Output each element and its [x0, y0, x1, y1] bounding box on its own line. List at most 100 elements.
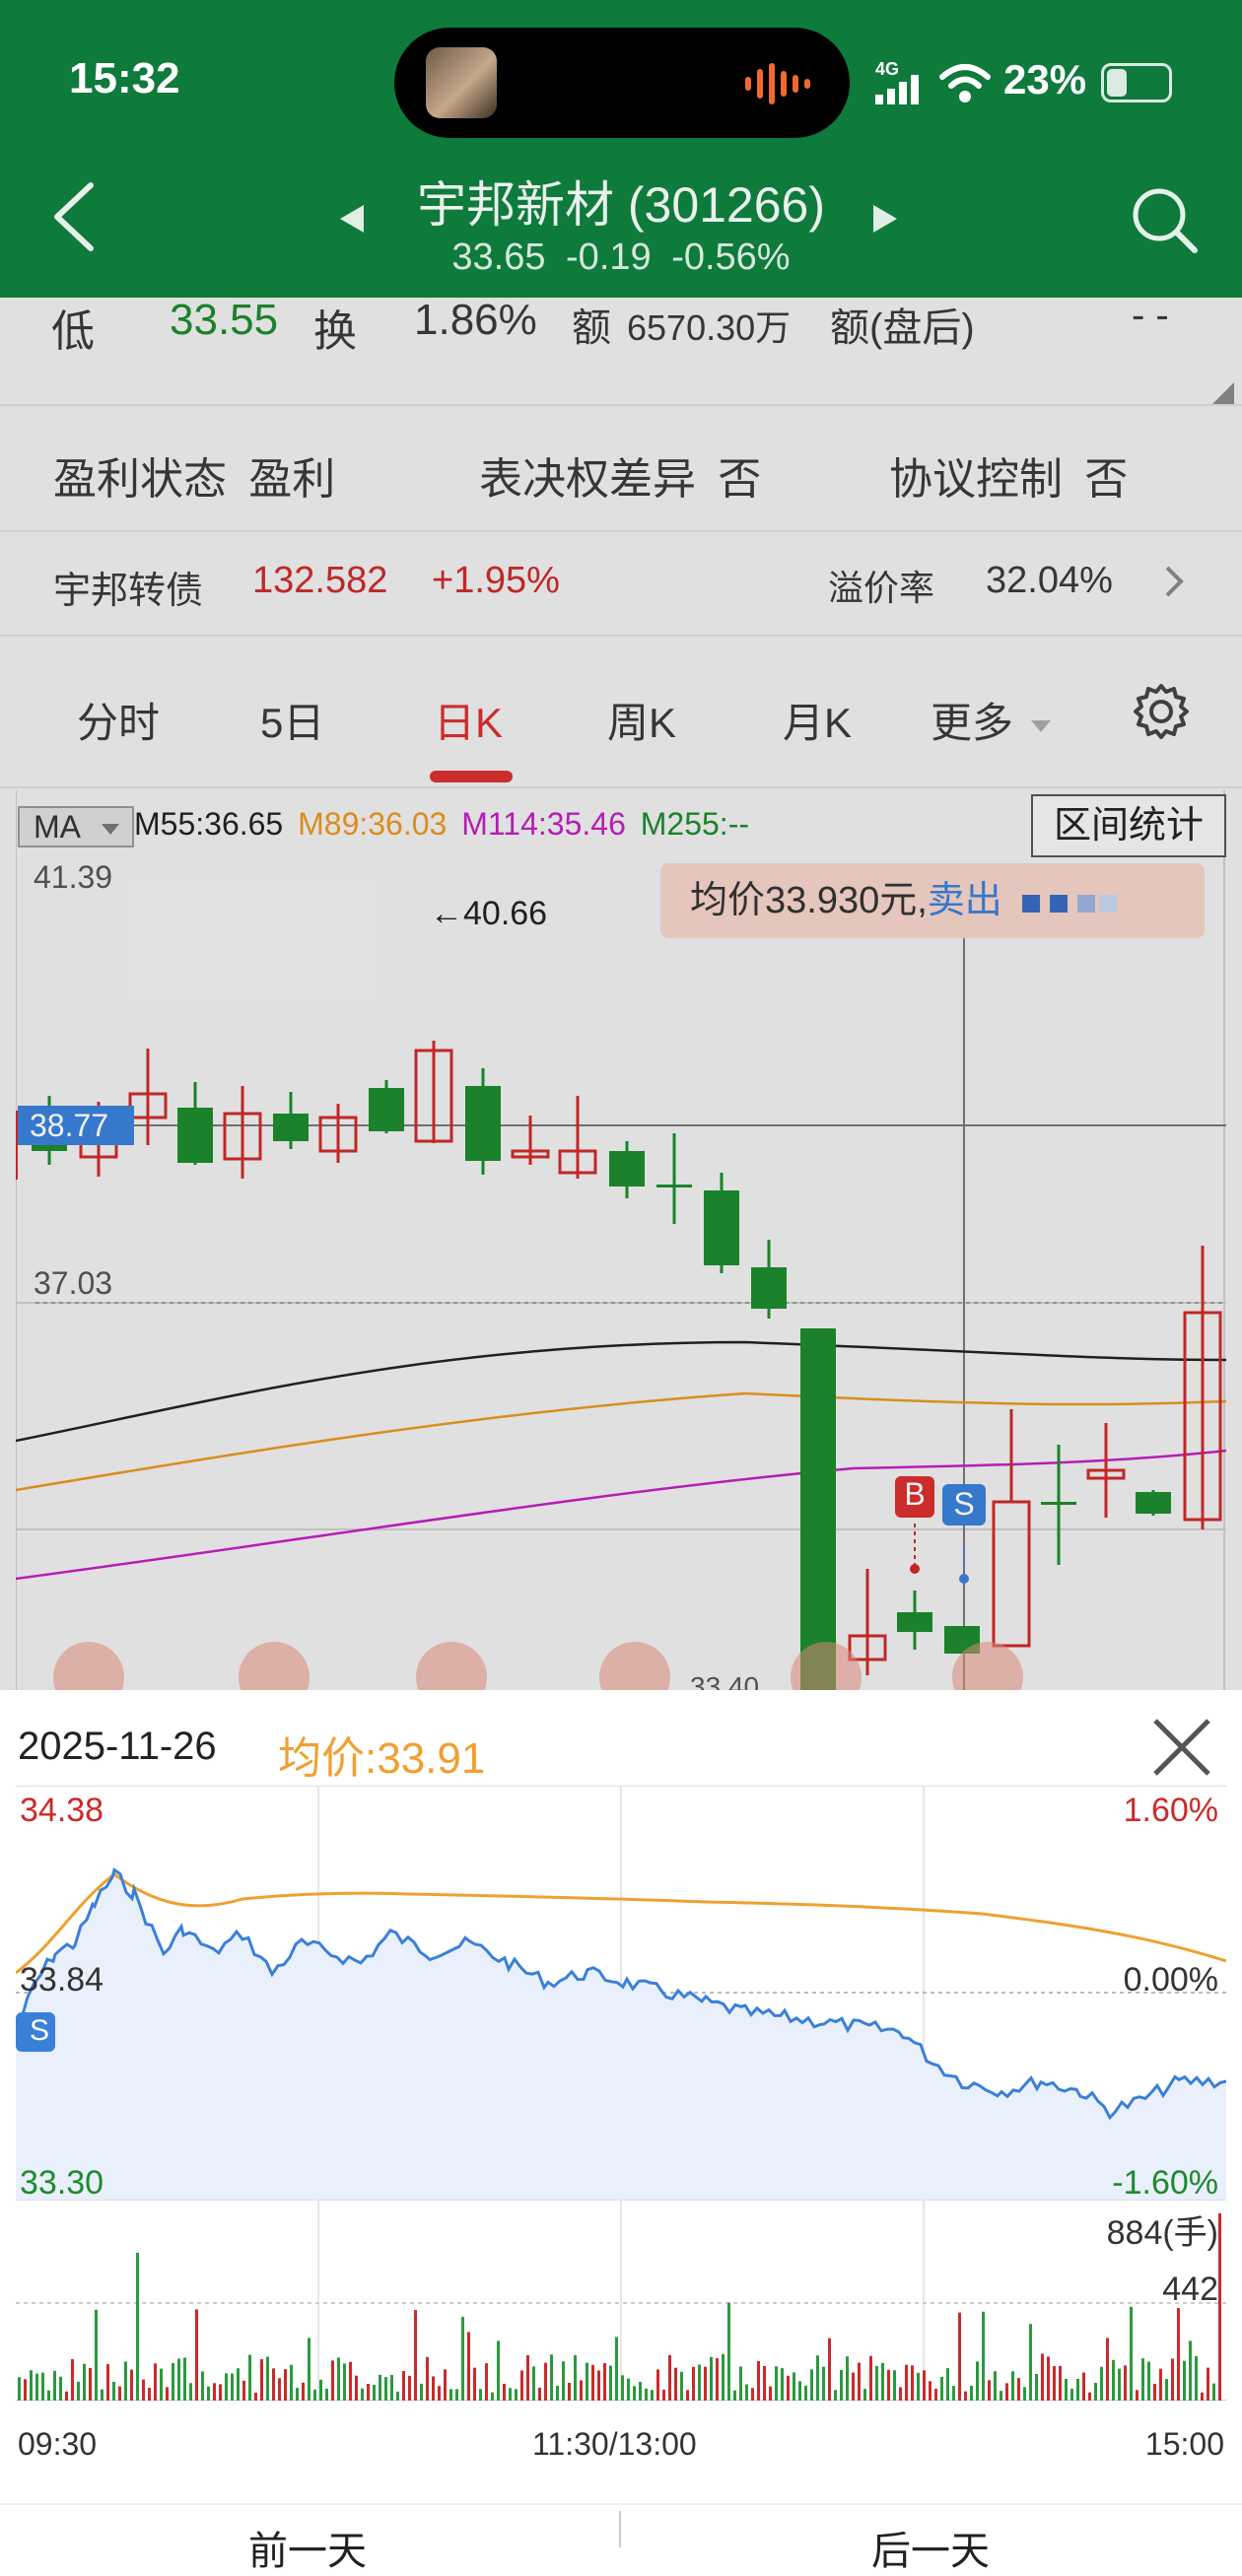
tab-intraday[interactable]: 分时	[77, 690, 160, 750]
after-hours-label: 额(盘后)	[830, 306, 975, 350]
ma55-legend: M55:36.65	[134, 806, 284, 842]
volume-bar	[733, 2390, 736, 2401]
bond-change: +1.95%	[432, 560, 560, 601]
volume-bar	[313, 2389, 316, 2401]
tab-weekly-k[interactable]: 周K	[607, 690, 676, 750]
volume-bar	[485, 2363, 488, 2401]
volume-bar	[47, 2390, 50, 2401]
turnover-label: 换	[313, 307, 357, 356]
volume-bar	[544, 2362, 547, 2401]
volume-bar	[491, 2392, 494, 2401]
tooltip-action-text: 卖出	[927, 880, 1002, 921]
volume-bar	[189, 2383, 192, 2401]
tab-more-label: 更多	[931, 700, 1014, 746]
volume-bar	[710, 2356, 713, 2401]
volume-bar	[1207, 2367, 1209, 2401]
volume-bar	[568, 2383, 571, 2401]
volume-bar	[1153, 2383, 1156, 2401]
volume-bar	[53, 2370, 56, 2401]
search-icon[interactable]	[1128, 183, 1201, 256]
intraday-price-low: 33.30	[20, 2164, 104, 2202]
ma55-line	[16, 1340, 1226, 1443]
volume-bar	[266, 2356, 269, 2401]
volume-bar	[384, 2377, 387, 2401]
volume-bar	[183, 2357, 186, 2401]
volume-bar	[349, 2361, 352, 2401]
volume-bar	[379, 2374, 381, 2401]
volume-bar	[515, 2389, 518, 2401]
bond-price: 132.582	[252, 560, 388, 601]
prev-day-button[interactable]: 前一天	[248, 2519, 367, 2576]
range-stats-button[interactable]: 区间统计	[1031, 794, 1226, 857]
volume-bar	[1000, 2391, 1002, 2401]
volume-bar	[988, 2380, 991, 2401]
voting-diff: 表决权差异 否	[479, 443, 761, 507]
volume-max-label: 884(手)	[1106, 2214, 1218, 2252]
volume-bar	[302, 2382, 305, 2401]
volume-bar	[195, 2309, 198, 2401]
expand-corner-icon[interactable]	[1210, 382, 1234, 406]
volume-bar	[402, 2371, 405, 2401]
next-stock-arrow-icon[interactable]	[873, 205, 897, 233]
volume-bar	[420, 2383, 423, 2401]
volume-bar	[562, 2361, 565, 2401]
volume-bar	[432, 2376, 435, 2401]
volume-bar	[124, 2361, 127, 2401]
volume-bar	[95, 2309, 98, 2401]
ma114-line	[16, 1449, 1226, 1581]
volume-bar	[1165, 2379, 1168, 2401]
volume-bar	[994, 2371, 997, 2401]
volume-bar	[1076, 2378, 1079, 2401]
ma114-legend: M114:35.46	[461, 806, 626, 842]
volume-bar	[1047, 2356, 1050, 2401]
tooltip-avg-text: 均价33.930元,	[690, 880, 928, 921]
time-end-label: 15:00	[1144, 2426, 1224, 2462]
volume-bar	[373, 2384, 376, 2401]
ma-indicator-button[interactable]: MA	[18, 806, 134, 847]
divider	[0, 2503, 1242, 2505]
volume-bar	[1023, 2387, 1026, 2401]
volume-bar	[503, 2383, 506, 2401]
volume-bar	[148, 2388, 151, 2401]
sell-marker-label: S	[953, 1486, 975, 1522]
chevron-right-icon	[1165, 566, 1184, 597]
volume-bar	[1136, 2390, 1138, 2401]
volume-bar	[1112, 2359, 1115, 2401]
profit-status-value: 盈利	[248, 455, 336, 504]
tab-monthly-k[interactable]: 月K	[783, 690, 852, 750]
volume-bar	[574, 2355, 577, 2401]
volume-bar	[716, 2358, 719, 2401]
settings-gear-icon[interactable]	[1132, 682, 1191, 741]
volume-bar	[473, 2367, 476, 2401]
volume-bar	[1041, 2353, 1044, 2401]
volume-bar	[686, 2390, 689, 2401]
tab-more[interactable]: 更多	[931, 690, 1051, 750]
tab-5day[interactable]: 5日	[260, 690, 324, 750]
stock-quote-summary: 33.65 -0.19 -0.56%	[451, 237, 791, 278]
ma89-line	[16, 1391, 1226, 1492]
volume-bar	[1218, 2213, 1221, 2401]
intraday-avg-price: 均价:33.91	[278, 1734, 486, 1783]
volume-bar	[580, 2380, 583, 2401]
volume-bar	[597, 2370, 600, 2401]
next-day-button[interactable]: 后一天	[871, 2519, 990, 2576]
y-axis-top-label: 41.39	[34, 859, 113, 895]
close-icon[interactable]	[1147, 1713, 1216, 1782]
volume-bar	[556, 2385, 559, 2401]
signal-icon	[875, 75, 919, 104]
intraday-chart[interactable]	[16, 1786, 1226, 2401]
volume-bar	[1201, 2392, 1204, 2401]
volume-bar	[118, 2386, 121, 2401]
volume-bar	[89, 2367, 92, 2401]
volume-bar	[325, 2388, 328, 2401]
tab-daily-k[interactable]: 日K	[434, 690, 503, 750]
volume-bar	[757, 2360, 760, 2401]
volume-bar	[142, 2379, 145, 2401]
volume-bar	[869, 2355, 872, 2401]
volume-bar	[881, 2362, 884, 2401]
volume-bar	[905, 2364, 908, 2401]
volume-bar	[751, 2388, 754, 2401]
volume-bar	[201, 2371, 204, 2401]
volume-bar	[781, 2368, 784, 2401]
volume-bar	[438, 2386, 441, 2401]
